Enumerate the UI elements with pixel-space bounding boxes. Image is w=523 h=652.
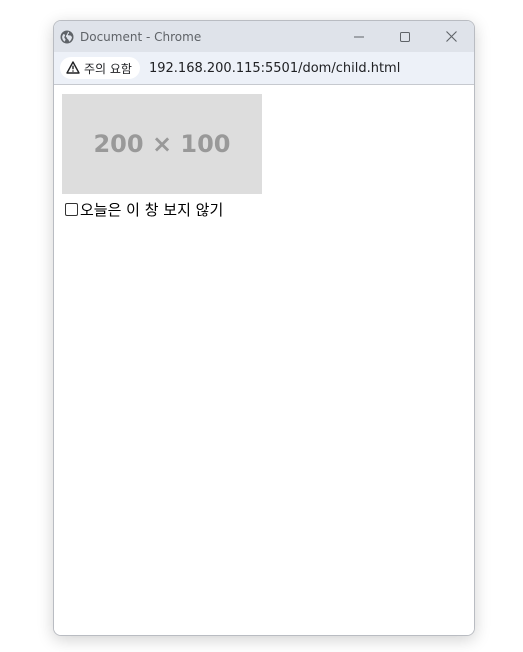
maximize-button[interactable] [382,21,428,52]
minimize-icon [354,27,364,46]
dont-show-today-option[interactable]: 오늘은 이 창 보지 않기 [62,199,223,219]
security-indicator[interactable]: 주의 요함 [60,57,140,79]
minimize-button[interactable] [336,21,382,52]
dont-show-today-label[interactable]: 오늘은 이 창 보지 않기 [80,199,223,220]
url-field[interactable]: 192.168.200.115:5501/dom/child.html [149,61,400,76]
maximize-icon [400,27,410,46]
close-icon [445,27,457,46]
window-controls [336,21,474,52]
close-button[interactable] [428,21,474,52]
placeholder-image: 200 × 100 [62,94,262,194]
address-bar: 주의 요함 192.168.200.115:5501/dom/child.htm… [54,52,474,85]
page-viewport: 200 × 100 오늘은 이 창 보지 않기 [54,85,474,635]
window-title: Document - Chrome [80,29,202,44]
dont-show-today-checkbox[interactable] [65,202,78,216]
security-label: 주의 요함 [84,61,132,76]
globe-icon [60,30,74,44]
placeholder-image-label: 200 × 100 [93,130,231,158]
warning-triangle-icon [66,59,80,78]
browser-window: Document - Chrome 주의 요함 192.168.200.115:… [53,20,475,636]
title-bar[interactable]: Document - Chrome [54,21,474,52]
